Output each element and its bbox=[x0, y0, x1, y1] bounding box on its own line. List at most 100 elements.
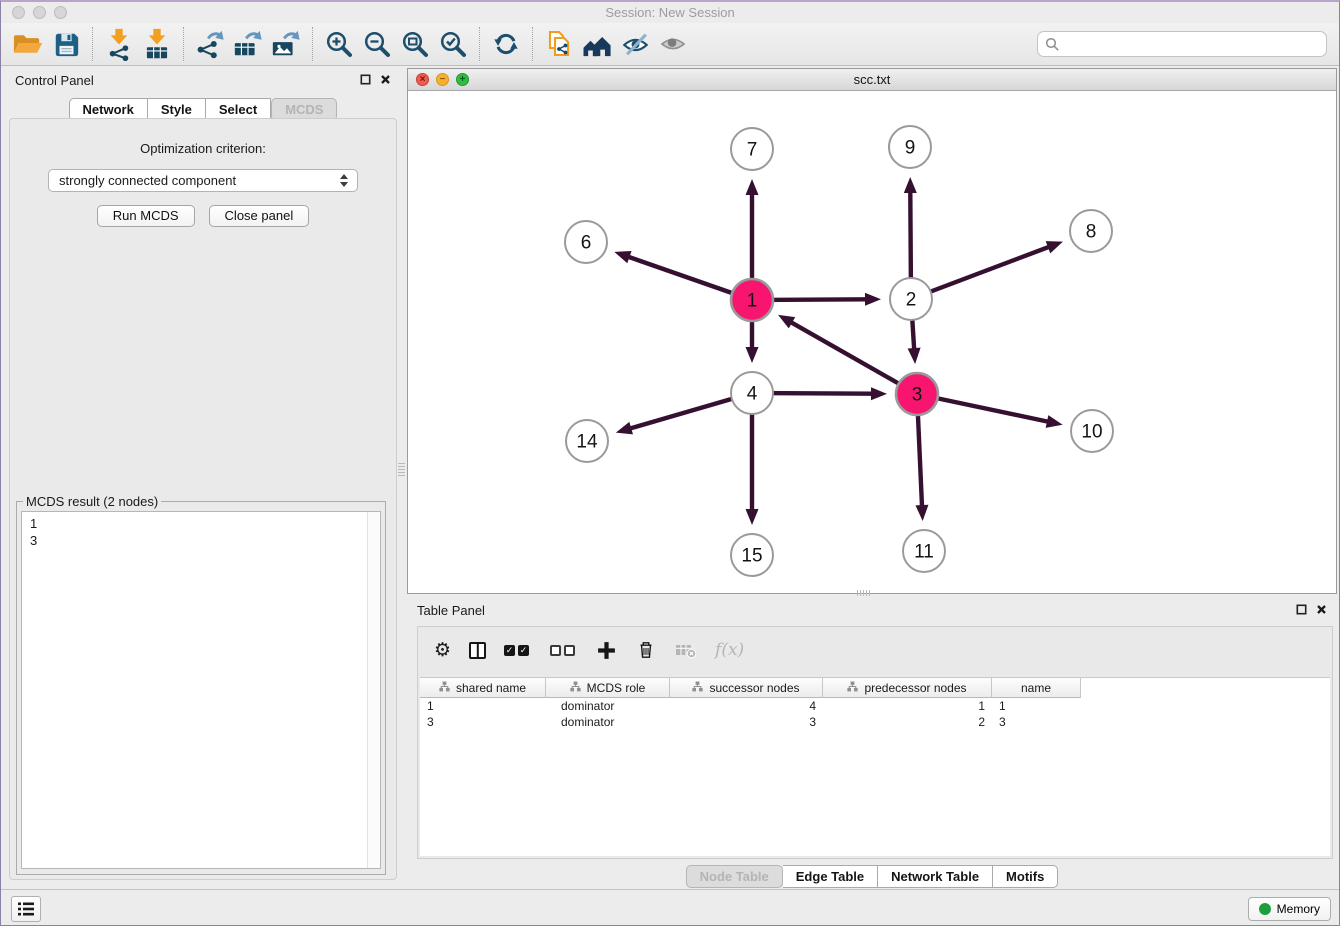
open-folder-icon[interactable] bbox=[9, 25, 47, 63]
edge-arrowhead-4-14 bbox=[616, 422, 633, 434]
table-panel-header: Table Panel bbox=[407, 598, 1337, 622]
add-column-icon[interactable] bbox=[596, 640, 617, 661]
close-window-icon[interactable] bbox=[12, 6, 25, 19]
task-history-button[interactable] bbox=[11, 896, 41, 922]
edge-arrowhead-3-10 bbox=[1046, 415, 1063, 428]
control-panel-header: Control Panel bbox=[5, 68, 401, 92]
zoom-fit-icon[interactable] bbox=[396, 25, 434, 63]
edge-arrowhead-1-4 bbox=[746, 347, 759, 363]
export-table-icon[interactable] bbox=[229, 25, 267, 63]
tab-edge-table[interactable]: Edge Table bbox=[783, 865, 878, 888]
column-header-mcds-role[interactable]: MCDS role bbox=[546, 678, 670, 698]
refresh-view-icon[interactable] bbox=[487, 25, 525, 63]
node-label-8: 8 bbox=[1086, 222, 1097, 243]
node-label-9: 9 bbox=[905, 138, 916, 159]
vertical-splitter-grip[interactable] bbox=[398, 463, 405, 476]
settings-gear-icon[interactable]: ⚙ bbox=[434, 641, 451, 660]
cell-predecessor-nodes[interactable]: 1 bbox=[823, 699, 992, 713]
edge-arrowhead-2-9 bbox=[904, 177, 917, 193]
zoom-window-icon[interactable] bbox=[54, 6, 67, 19]
cell-mcds-role[interactable]: dominator bbox=[546, 699, 670, 713]
cell-shared-name[interactable]: 1 bbox=[420, 699, 546, 713]
column-header-label: predecessor nodes bbox=[864, 681, 966, 695]
result-scrollbar[interactable] bbox=[367, 512, 380, 868]
export-image-icon[interactable] bbox=[267, 25, 305, 63]
table-row[interactable]: 1dominator411 bbox=[420, 698, 1330, 714]
node-label-6: 6 bbox=[581, 233, 592, 254]
column-header-label: shared name bbox=[456, 681, 526, 695]
criterion-dropdown[interactable]: strongly connected component bbox=[48, 169, 358, 192]
network-canvas[interactable]: 1234678910111415 bbox=[408, 91, 1336, 593]
clone-network-icon[interactable] bbox=[540, 25, 578, 63]
close-network-icon[interactable]: × bbox=[416, 73, 429, 86]
cell-mcds-role[interactable]: dominator bbox=[546, 715, 670, 729]
mcds-result-line: 3 bbox=[30, 532, 372, 549]
zoom-out-icon[interactable] bbox=[358, 25, 396, 63]
memory-label: Memory bbox=[1277, 902, 1320, 916]
import-network-icon[interactable] bbox=[100, 25, 138, 63]
column-header-label: name bbox=[1021, 681, 1051, 695]
hide-selection-icon[interactable] bbox=[616, 25, 654, 63]
close-panel-icon[interactable] bbox=[1316, 604, 1327, 615]
memory-status-dot bbox=[1259, 903, 1271, 915]
network-home-icon[interactable] bbox=[578, 25, 616, 63]
cell-successor-nodes[interactable]: 4 bbox=[670, 699, 823, 713]
show-all-icon[interactable] bbox=[654, 25, 692, 63]
minimize-window-icon[interactable] bbox=[33, 6, 46, 19]
hierarchy-sort-icon bbox=[692, 681, 703, 695]
close-panel-button[interactable]: Close panel bbox=[209, 205, 310, 227]
mcds-result-legend: MCDS result (2 nodes) bbox=[23, 494, 161, 509]
node-label-11: 11 bbox=[914, 542, 934, 563]
cell-shared-name[interactable]: 3 bbox=[420, 715, 546, 729]
node-label-2: 2 bbox=[906, 290, 917, 311]
table-panel: Table Panel ⚙ ✓✓ f(x) bbox=[407, 598, 1337, 888]
column-header-label: MCDS role bbox=[587, 681, 646, 695]
cell-name[interactable]: 1 bbox=[992, 699, 1081, 713]
network-window-titlebar[interactable]: × − + scc.txt bbox=[408, 69, 1336, 91]
split-panel-icon[interactable] bbox=[469, 642, 486, 659]
tab-node-table[interactable]: Node Table bbox=[686, 865, 783, 888]
column-header-name[interactable]: name bbox=[992, 678, 1081, 698]
hierarchy-sort-icon bbox=[439, 681, 450, 695]
column-header-label: successor nodes bbox=[709, 681, 799, 695]
memory-button[interactable]: Memory bbox=[1248, 897, 1331, 921]
mcds-result-line: 1 bbox=[30, 515, 372, 532]
node-label-10: 10 bbox=[1081, 422, 1102, 443]
node-label-15: 15 bbox=[741, 546, 762, 567]
search-input[interactable] bbox=[1065, 36, 1319, 53]
mcds-result-text[interactable]: 13 bbox=[21, 511, 381, 869]
edge-arrowhead-4-15 bbox=[746, 509, 759, 525]
run-mcds-button[interactable]: Run MCDS bbox=[97, 205, 195, 227]
zoom-selected-icon[interactable] bbox=[434, 25, 472, 63]
float-panel-icon[interactable] bbox=[360, 74, 371, 85]
dropdown-stepper-icon bbox=[340, 174, 350, 187]
horizontal-splitter-grip[interactable] bbox=[857, 590, 870, 596]
export-network-icon[interactable] bbox=[191, 25, 229, 63]
toolbar-separator bbox=[183, 27, 184, 61]
deselect-all-checkboxes-icon[interactable] bbox=[550, 645, 578, 656]
cell-name[interactable]: 3 bbox=[992, 715, 1081, 729]
save-session-icon[interactable] bbox=[47, 25, 85, 63]
cell-predecessor-nodes[interactable]: 2 bbox=[823, 715, 992, 729]
delete-column-icon[interactable] bbox=[635, 638, 657, 662]
float-panel-icon[interactable] bbox=[1296, 604, 1307, 615]
status-bar: Memory bbox=[1, 889, 1339, 925]
minimize-network-icon[interactable]: − bbox=[436, 73, 449, 86]
column-header-shared-name[interactable]: shared name bbox=[420, 678, 546, 698]
column-header-predecessor-nodes[interactable]: predecessor nodes bbox=[823, 678, 992, 698]
tab-motifs[interactable]: Motifs bbox=[993, 865, 1058, 888]
import-table-icon[interactable] bbox=[138, 25, 176, 63]
cell-successor-nodes[interactable]: 3 bbox=[670, 715, 823, 729]
mcds-result-lines: 13 bbox=[30, 515, 372, 549]
maximize-network-icon[interactable]: + bbox=[456, 73, 469, 86]
close-panel-icon[interactable] bbox=[380, 74, 391, 85]
node-label-3: 3 bbox=[912, 385, 923, 406]
edge-2-8[interactable] bbox=[911, 247, 1050, 299]
zoom-in-icon[interactable] bbox=[320, 25, 358, 63]
column-header-successor-nodes[interactable]: successor nodes bbox=[670, 678, 823, 698]
tab-network-table[interactable]: Network Table bbox=[878, 865, 993, 888]
edge-arrowhead-1-6 bbox=[614, 251, 631, 263]
search-field[interactable] bbox=[1037, 31, 1327, 57]
table-row[interactable]: 3dominator323 bbox=[420, 714, 1330, 730]
select-all-checkboxes-icon[interactable]: ✓✓ bbox=[504, 645, 532, 656]
